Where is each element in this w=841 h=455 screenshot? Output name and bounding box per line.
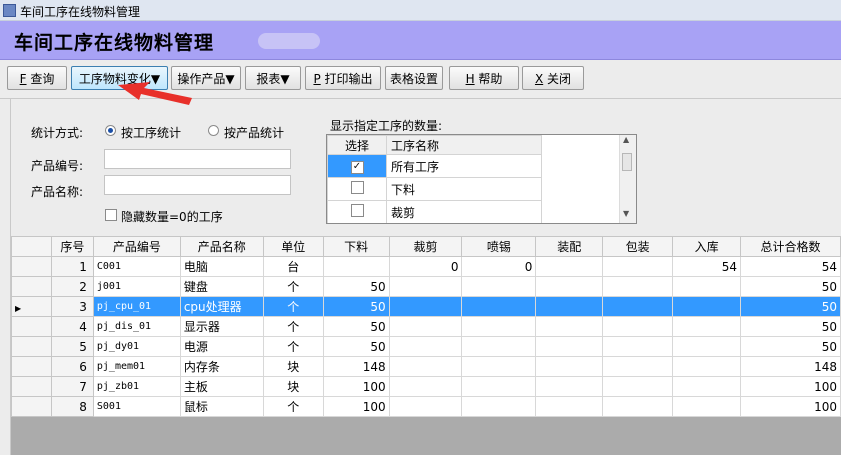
annotation-arrow-icon [118, 82, 192, 105]
